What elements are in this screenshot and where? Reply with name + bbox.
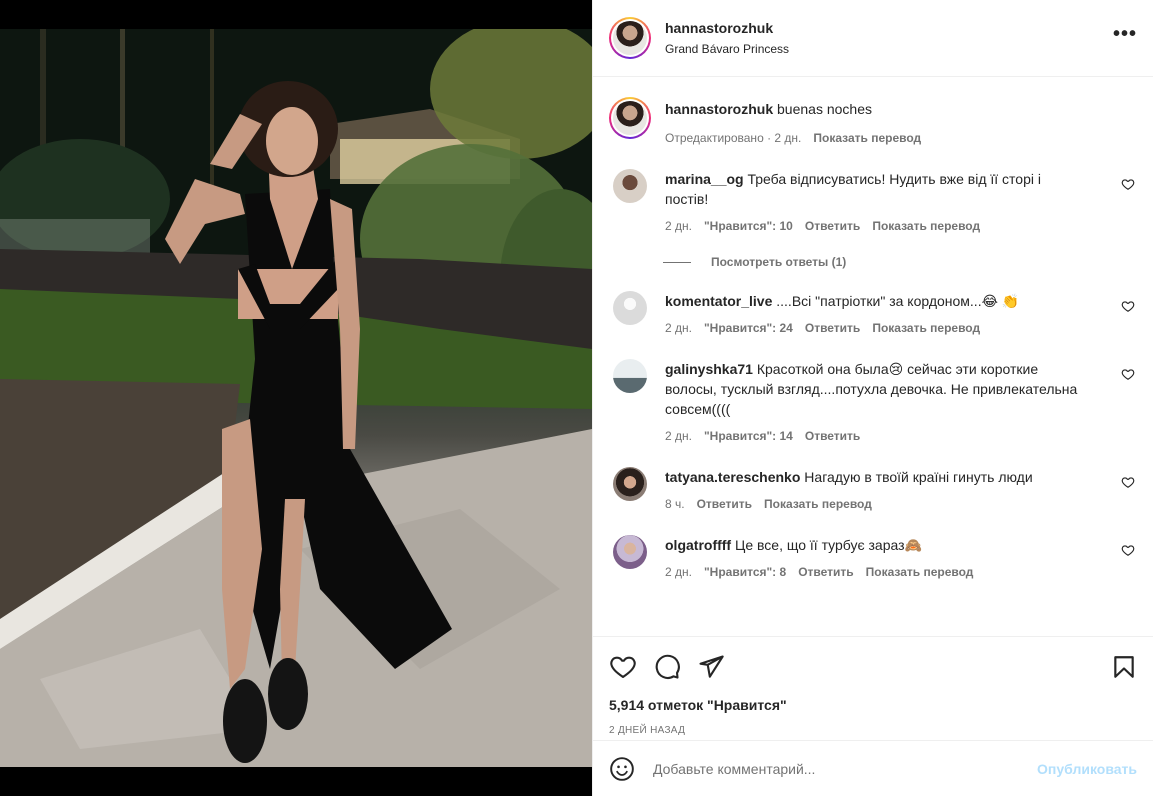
comment-reply-button[interactable]: Ответить — [798, 565, 853, 579]
comment-composer: Опубликовать — [593, 740, 1153, 796]
commenter-avatar[interactable] — [613, 359, 647, 393]
photo-illustration — [0, 29, 592, 767]
post-date[interactable]: 2 дней назад — [609, 725, 1137, 736]
comment-item: galinyshka71 Красоткой она была😢 сейчас … — [609, 359, 1137, 443]
comment-likes-count[interactable]: "Нравится": 24 — [704, 321, 793, 335]
avatar-image — [613, 101, 647, 135]
post-header: hannastorozhuk Grand Bávaro Princess ••• — [593, 0, 1153, 77]
caption-edited-time: Отредактировано · 2 дн. — [665, 131, 802, 145]
commenter-avatar[interactable] — [613, 291, 647, 325]
comment-reply-button[interactable]: Ответить — [697, 497, 752, 511]
comment-text: Це все, що її турбує зараз🙈 — [734, 537, 922, 553]
post-side-panel: hannastorozhuk Grand Bávaro Princess •••… — [592, 0, 1153, 796]
comment-translate-link[interactable]: Показать перевод — [764, 497, 872, 511]
likes-count[interactable]: 5,914 отметок "Нравится" — [609, 697, 1137, 713]
share-icon[interactable] — [697, 653, 725, 681]
bookmark-icon[interactable] — [1111, 653, 1137, 681]
comment-time[interactable]: 2 дн. — [665, 321, 692, 335]
avatar-image — [613, 21, 647, 55]
comment-username[interactable]: galinyshka71 — [665, 361, 753, 377]
view-replies-label[interactable]: Посмотреть ответы (1) — [711, 255, 846, 269]
comment-input[interactable] — [653, 760, 1038, 777]
comment-username[interactable]: olgatroffff — [665, 537, 731, 553]
comment-like-heart-icon[interactable] — [1121, 475, 1135, 489]
emoji-icon[interactable] — [609, 756, 635, 782]
comment-translate-link[interactable]: Показать перевод — [872, 219, 980, 233]
comment-reply-button[interactable]: Ответить — [805, 429, 860, 443]
comments-list[interactable]: hannastorozhuk buenas noches Отредактиро… — [593, 77, 1153, 636]
comment-username[interactable]: marina__og — [665, 171, 744, 187]
comment-time[interactable]: 8 ч. — [665, 497, 685, 511]
caption-username[interactable]: hannastorozhuk — [665, 101, 773, 117]
comment-item: olgatroffff Це все, що її турбує зараз🙈 … — [609, 535, 1137, 579]
replies-divider — [663, 261, 691, 263]
author-info: hannastorozhuk Grand Bávaro Princess — [665, 20, 789, 56]
like-heart-icon[interactable] — [609, 653, 637, 681]
comment-translate-link[interactable]: Показать перевод — [872, 321, 980, 335]
caption-text: buenas noches — [777, 101, 872, 117]
more-options-icon[interactable]: ••• — [1113, 24, 1137, 47]
comment-likes-count[interactable]: "Нравится": 8 — [704, 565, 786, 579]
comment-username[interactable]: komentator_live — [665, 293, 772, 309]
comment-like-heart-icon[interactable] — [1121, 299, 1135, 313]
comment-time[interactable]: 2 дн. — [665, 429, 692, 443]
comment-reply-button[interactable]: Ответить — [805, 321, 860, 335]
comment-like-heart-icon[interactable] — [1121, 543, 1135, 557]
commenter-avatar[interactable] — [613, 467, 647, 501]
post-location[interactable]: Grand Bávaro Princess — [665, 42, 789, 56]
comment-item: komentator_live ....Всі "патріотки" за к… — [609, 291, 1137, 335]
comment-username[interactable]: tatyana.tereschenko — [665, 469, 800, 485]
comment-time[interactable]: 2 дн. — [665, 565, 692, 579]
post-photo[interactable] — [0, 29, 592, 767]
author-avatar[interactable] — [609, 17, 651, 59]
commenter-avatar[interactable] — [613, 535, 647, 569]
commenter-avatar[interactable] — [613, 169, 647, 203]
comment-text: Нагадую в твоїй країні гинуть люди — [804, 469, 1033, 485]
author-username[interactable]: hannastorozhuk — [665, 20, 789, 36]
post-caption: hannastorozhuk buenas noches Отредактиро… — [609, 77, 1137, 145]
comment-item: marina__og Треба відписуватись! Нудить в… — [609, 169, 1137, 233]
comment-translate-link[interactable]: Показать перевод — [866, 565, 974, 579]
comment-item: tatyana.tereschenko Нагадую в твоїй краї… — [609, 467, 1137, 511]
action-icons-row — [609, 651, 1137, 683]
caption-translate-link[interactable]: Показать перевод — [813, 131, 921, 145]
media-pane — [0, 0, 592, 796]
comment-likes-count[interactable]: "Нравится": 10 — [704, 219, 793, 233]
comment-like-heart-icon[interactable] — [1121, 177, 1135, 191]
view-replies-link[interactable]: Посмотреть ответы (1) — [661, 255, 1137, 269]
caption-avatar[interactable] — [609, 97, 651, 139]
publish-button[interactable]: Опубликовать — [1037, 761, 1137, 777]
comment-time[interactable]: 2 дн. — [665, 219, 692, 233]
comment-text: ....Всі "патріотки" за кордоном...😂 👏 — [776, 293, 1020, 309]
post-dialog: hannastorozhuk Grand Bávaro Princess •••… — [0, 0, 1153, 796]
comment-like-heart-icon[interactable] — [1121, 367, 1135, 381]
comment-icon[interactable] — [653, 653, 681, 681]
comment-likes-count[interactable]: "Нравится": 14 — [704, 429, 793, 443]
comment-reply-button[interactable]: Ответить — [805, 219, 860, 233]
